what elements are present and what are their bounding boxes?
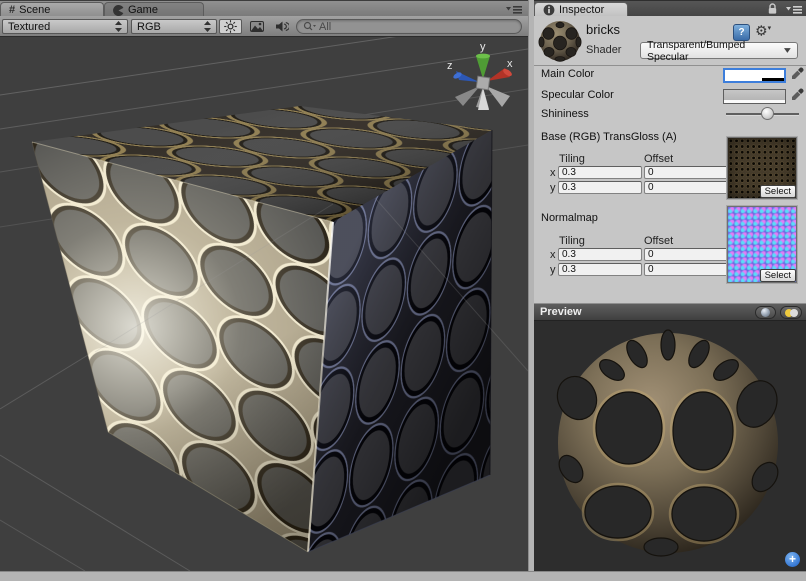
scene-toolbar: Textured RGB <box>0 16 528 37</box>
material-name: bricks <box>586 22 620 37</box>
tab-inspector[interactable]: Inspector <box>534 2 628 17</box>
channel-mode-value: RGB <box>137 21 161 33</box>
search-icon <box>303 21 316 32</box>
lock-icon[interactable] <box>767 3 778 15</box>
shader-dropdown[interactable]: Transparent/Bumped Specular <box>640 42 798 59</box>
add-button[interactable]: + <box>785 552 800 567</box>
preview-sphere-render <box>534 321 806 571</box>
render-mode-value: Textured <box>8 21 50 33</box>
material-header: bricks Shader Transparent/Bumped Specula… <box>534 16 806 66</box>
base-tiling-header: Tiling <box>559 153 585 165</box>
preview-header[interactable]: Preview <box>534 303 806 321</box>
normal-tiling-header: Tiling <box>559 235 585 247</box>
normal-texture-thumbnail[interactable]: Select <box>727 206 797 283</box>
scene-viewport[interactable]: y x z <box>0 37 528 571</box>
tab-scene[interactable]: # Scene <box>0 2 104 17</box>
base-texture-select-button[interactable]: Select <box>760 185 796 198</box>
base-map-label: Base (RGB) TransGloss (A) <box>541 131 677 143</box>
scene-render: y x z <box>0 37 528 571</box>
sun-icon <box>224 20 237 33</box>
help-button[interactable]: ? <box>733 24 750 41</box>
scene-tabbar: # Scene Game <box>0 0 528 16</box>
scene-orientation-gizmo[interactable]: y x z <box>447 41 513 110</box>
status-strip <box>0 571 806 581</box>
tab-scene-label: Scene <box>19 4 50 16</box>
scene-search-field[interactable]: All <box>296 19 522 34</box>
material-preview-area[interactable]: + <box>534 321 806 571</box>
tab-game-label: Game <box>128 4 158 16</box>
normal-map-label: Normalmap <box>541 212 598 224</box>
render-mode-dropdown[interactable]: Textured <box>2 19 128 34</box>
cube-mesh[interactable] <box>32 106 492 552</box>
base-offset-header: Offset <box>644 153 673 165</box>
material-preview-ball <box>538 19 582 63</box>
scene-grid-icon: # <box>9 4 15 16</box>
base-texture-thumbnail[interactable]: Select <box>727 137 797 199</box>
inspector-panel: Inspector <box>534 0 806 571</box>
shader-value: Transparent/Bumped Specular <box>647 39 784 63</box>
normal-offset-y-input[interactable] <box>644 263 728 276</box>
base-tiling-x-input[interactable] <box>558 166 642 179</box>
updown-arrows-icon <box>115 21 122 32</box>
base-tiling-y-input[interactable] <box>558 181 642 194</box>
normal-tiling-x-input[interactable] <box>558 248 642 261</box>
scene-skybox-toggle[interactable] <box>245 19 268 34</box>
normal-offset-x-input[interactable] <box>644 248 728 261</box>
material-properties: Main Color Specular Color Shininess Base… <box>534 66 806 303</box>
scene-lighting-toggle[interactable] <box>219 19 242 34</box>
channel-mode-dropdown[interactable]: RGB <box>131 19 217 34</box>
gizmo-neg-y-cone <box>486 86 510 107</box>
shininess-label: Shininess <box>541 108 589 120</box>
game-pacman-icon <box>113 5 124 16</box>
base-y-label: y <box>550 182 556 194</box>
gizmo-x-label: x <box>507 58 513 70</box>
info-icon <box>543 4 555 16</box>
inspector-menu-icon[interactable] <box>786 5 802 14</box>
tab-game[interactable]: Game <box>104 2 204 17</box>
main-color-eyedropper-icon[interactable] <box>790 67 804 81</box>
chevron-down-icon <box>784 48 791 53</box>
shader-label: Shader <box>586 44 621 56</box>
base-offset-x-input[interactable] <box>644 166 728 179</box>
normal-texture-select-button[interactable]: Select <box>760 269 796 282</box>
scene-panel: # Scene Game Textured RGB <box>0 0 528 571</box>
gizmo-y-axis-cone <box>476 56 490 79</box>
gizmo-neg-x-cone <box>455 86 480 106</box>
menu-icon <box>506 5 522 14</box>
preview-mesh-button[interactable] <box>755 306 776 319</box>
preview-light-toggle[interactable] <box>780 306 802 319</box>
main-color-label: Main Color <box>541 68 594 80</box>
scene-panel-menu[interactable] <box>506 5 522 14</box>
specular-color-eyedropper-icon[interactable] <box>790 88 804 102</box>
sphere-icon <box>761 308 770 317</box>
image-icon <box>250 21 264 32</box>
specular-color-label: Specular Color <box>541 89 614 101</box>
main-color-alpha-bar <box>725 78 784 81</box>
normal-offset-header: Offset <box>644 235 673 247</box>
gizmo-center-cube <box>476 76 490 90</box>
shininess-slider-knob[interactable] <box>761 107 774 120</box>
specular-color-alpha-bar <box>724 100 785 103</box>
inspector-tabbar: Inspector <box>534 0 806 16</box>
light-off-dot-icon <box>790 309 798 317</box>
updown-arrows-icon <box>204 21 211 32</box>
base-offset-y-input[interactable] <box>644 181 728 194</box>
scene-audio-toggle[interactable] <box>270 19 293 34</box>
base-x-label: x <box>550 167 556 179</box>
gizmo-y-label: y <box>480 41 486 53</box>
normal-x-label: x <box>550 249 556 261</box>
preview-title: Preview <box>540 306 582 318</box>
specular-color-swatch[interactable] <box>723 89 786 104</box>
speaker-icon <box>275 20 289 33</box>
search-value: All <box>319 21 331 33</box>
normal-y-label: y <box>550 264 556 276</box>
main-color-swatch[interactable] <box>723 68 786 83</box>
unity-editor: { "scene": { "tab_scene": "Scene", "tab_… <box>0 0 806 581</box>
gear-menu-button[interactable]: ⚙▾ <box>755 22 771 38</box>
normal-tiling-y-input[interactable] <box>558 263 642 276</box>
tab-inspector-label: Inspector <box>559 4 604 16</box>
gizmo-z-label: z <box>447 60 453 72</box>
